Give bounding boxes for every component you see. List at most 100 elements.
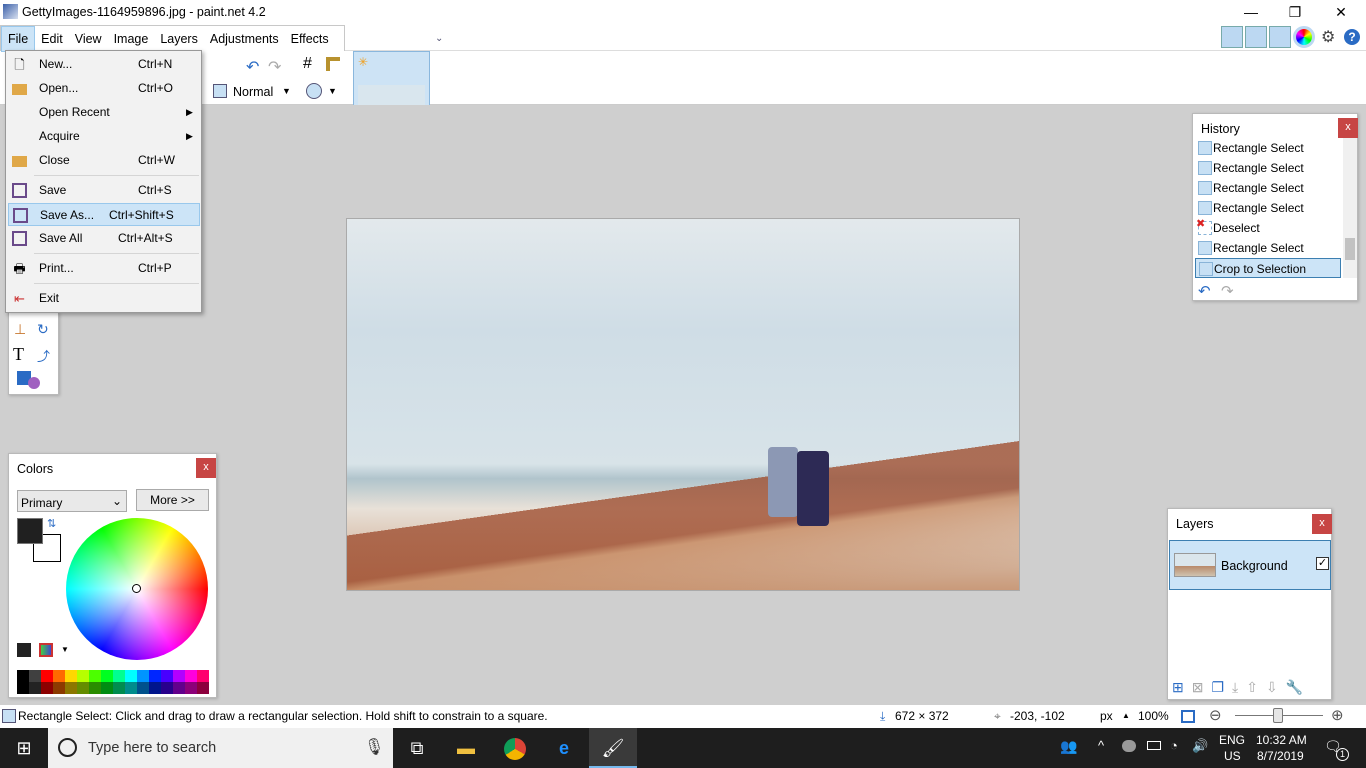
palette-swatch[interactable] [41,682,53,694]
menu-item-new[interactable]: 🗋 New... Ctrl+N [8,53,200,76]
palette-swatch[interactable] [77,682,89,694]
palette-swatch[interactable] [41,670,53,682]
palette-swatch[interactable] [89,682,101,694]
palette-swatch[interactable] [125,682,137,694]
palette-swatch[interactable] [197,670,209,682]
palette-icon[interactable] [39,643,53,657]
menu-item-acquire[interactable]: Acquire ▶ [8,125,200,148]
volume-icon[interactable]: 🔊 [1192,738,1208,754]
palette-swatch[interactable] [149,682,161,694]
clock-time[interactable]: 10:32 AM [1256,733,1307,747]
undo-icon[interactable]: ↶ [246,57,259,77]
move-layer-up-icon[interactable]: ⇧ [1246,679,1258,696]
maximize-button[interactable]: ❐ [1272,0,1318,25]
layer-properties-icon[interactable]: 🔧 [1286,679,1303,696]
colors-window-icon[interactable] [1293,26,1315,48]
menu-item-exit[interactable]: ⇤ Exit [8,287,200,310]
close-icon[interactable]: x [196,458,216,478]
minimize-button[interactable]: — [1228,0,1274,25]
scrollbar-thumb[interactable] [1345,238,1355,260]
text-tool-icon[interactable]: T [13,344,24,365]
palette-swatch[interactable] [101,670,113,682]
palette-swatch[interactable] [173,670,185,682]
tools-window-icon[interactable] [1221,26,1243,48]
chevron-down-icon[interactable]: ▼ [61,645,69,654]
color-wheel[interactable] [66,518,208,660]
menu-item-save[interactable]: Save Ctrl+S [8,179,200,202]
gear-icon[interactable]: ⚙ [1321,27,1335,47]
file-explorer-icon[interactable]: ▬ [442,728,490,768]
ruler-icon[interactable] [326,57,340,71]
palette-swatch[interactable] [125,670,137,682]
recolor-icon[interactable]: ↻ [37,321,49,338]
menu-edit[interactable]: Edit [35,27,69,51]
menu-adjustments[interactable]: Adjustments [204,27,285,51]
menu-item-save-as[interactable]: Save As... Ctrl+Shift+S [8,203,200,226]
palette-swatch[interactable] [137,682,149,694]
zoom-out-icon[interactable]: ⊖ [1209,705,1222,727]
menu-item-open-recent[interactable]: Open Recent ▶ [8,101,200,124]
add-layer-icon[interactable]: ⊞ [1172,679,1184,696]
history-item-selected[interactable]: Crop to Selection [1195,258,1341,278]
grid-icon[interactable]: # [303,55,312,73]
history-item[interactable]: ✖ Deselect [1195,218,1341,238]
help-icon[interactable]: ? [1344,29,1360,45]
palette-swatch[interactable] [101,682,113,694]
zoom-slider-thumb[interactable] [1273,708,1283,723]
palette-swatch[interactable] [197,682,209,694]
wifi-icon[interactable]: ◔ [1170,738,1178,753]
start-button[interactable]: ⊞ [0,728,48,768]
palette-swatch[interactable] [161,670,173,682]
palette-swatch[interactable] [77,670,89,682]
history-window-icon[interactable] [1245,26,1267,48]
palette-swatch[interactable] [173,682,185,694]
history-item[interactable]: Rectangle Select [1195,138,1341,158]
palette-swatch[interactable] [65,682,77,694]
palette-swatch[interactable] [161,682,173,694]
menu-item-print[interactable]: 🖶 Print... Ctrl+P [8,257,200,280]
undo-icon[interactable]: ↶ [1198,282,1211,300]
menu-item-open[interactable]: Open... Ctrl+O [8,77,200,100]
duplicate-layer-icon[interactable]: ❐ [1211,679,1224,696]
battery-icon[interactable] [1147,741,1161,750]
history-scrollbar[interactable] [1343,138,1357,278]
blend-mode-dropdown[interactable]: Normal [233,85,273,99]
history-item[interactable]: Rectangle Select [1195,238,1341,258]
redo-icon[interactable]: ↷ [268,57,281,77]
palette-swatch[interactable] [53,670,65,682]
tabs-dropdown-icon[interactable]: ⌄ [435,33,443,44]
chevron-down-icon[interactable]: ▼ [328,86,337,96]
layer-item[interactable]: Background ✓ [1169,540,1331,590]
history-item[interactable]: Rectangle Select [1195,198,1341,218]
palette-swatch[interactable] [17,670,29,682]
chevron-down-icon[interactable]: ▼ [282,86,291,96]
onedrive-error-icon[interactable] [1122,740,1136,752]
palette-swatch[interactable] [89,670,101,682]
menu-file[interactable]: File [1,26,36,52]
more-colors-button[interactable]: More >> [136,489,209,511]
color-mode-dropdown[interactable]: Primary ⌄ [17,490,127,512]
zoom-in-icon[interactable]: ⊕ [1331,705,1344,727]
swap-colors-icon[interactable]: ⇅ [47,517,56,530]
close-icon[interactable]: x [1312,514,1332,534]
line-curve-icon[interactable]: ⤴ [37,346,50,365]
zoom-to-window-icon[interactable] [1181,710,1195,723]
menu-image[interactable]: Image [108,27,155,51]
people-icon[interactable]: 👥 [1060,738,1077,755]
palette-swatch[interactable] [65,670,77,682]
antialias-icon[interactable] [306,83,322,99]
layer-visible-checkbox[interactable]: ✓ [1316,557,1329,570]
language-code[interactable]: ENG [1219,733,1245,747]
chevron-up-icon[interactable]: ▲ [1122,705,1130,727]
palette-swatch[interactable] [29,682,41,694]
delete-layer-icon[interactable]: ⊠ [1192,679,1204,696]
palette-swatch[interactable] [53,682,65,694]
close-icon[interactable]: x [1338,118,1358,138]
microphone-icon[interactable]: 🎙 [364,737,384,757]
show-hidden-icons[interactable]: ^ [1098,738,1104,753]
menu-item-close[interactable]: Close Ctrl+W [8,149,200,172]
move-layer-down-icon[interactable]: ⇩ [1266,679,1278,696]
image-canvas[interactable] [346,218,1020,591]
palette-swatch[interactable] [113,682,125,694]
paintnet-taskbar-icon[interactable]: 🖌 [589,728,637,768]
